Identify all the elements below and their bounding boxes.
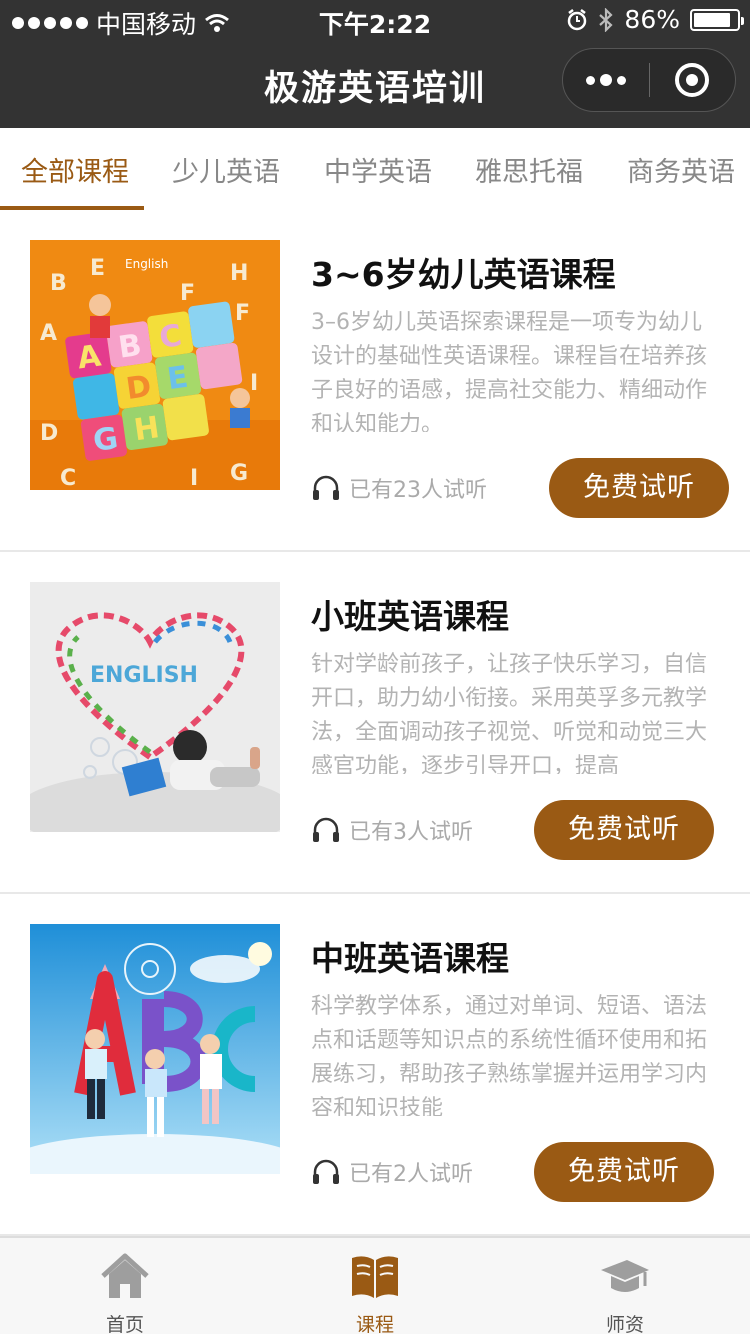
more-dot-icon bbox=[586, 75, 595, 85]
free-trial-button[interactable]: 免费试听 bbox=[534, 800, 714, 860]
course-thumbnail[interactable]: ENGLISH bbox=[30, 582, 280, 832]
trial-count-label: 已有2人试听 bbox=[349, 1162, 473, 1187]
headphones-icon bbox=[313, 1159, 339, 1184]
home-icon bbox=[101, 1253, 149, 1298]
tabbar-item-teachers[interactable]: 师资 bbox=[500, 1238, 750, 1334]
svg-text:D: D bbox=[124, 369, 154, 407]
svg-text:D: D bbox=[40, 421, 58, 446]
tab-all-courses[interactable]: 全部课程 bbox=[21, 150, 129, 189]
more-button[interactable] bbox=[563, 49, 649, 111]
course-card[interactable]: 中班英语课程 科学教学体系，通过对单词、短语、语法点和话题等知识点的系统性循环使… bbox=[0, 894, 750, 1236]
alphabet-puzzle-image: A B C D E G H English BE H FFA IDI GC bbox=[30, 240, 280, 490]
svg-text:G: G bbox=[91, 421, 120, 459]
tabbar-label: 师资 bbox=[605, 1314, 644, 1334]
alarm-icon bbox=[568, 8, 587, 30]
course-thumbnail[interactable]: A B C D E G H English BEH FFA IDI GC bbox=[30, 240, 280, 490]
svg-text:I: I bbox=[190, 466, 198, 490]
bluetooth-icon bbox=[599, 7, 614, 32]
tabbar-item-courses[interactable]: 课程 bbox=[250, 1238, 500, 1334]
tab-kids-english[interactable]: 少儿英语 bbox=[172, 150, 280, 189]
more-dot-icon bbox=[600, 74, 612, 86]
course-card[interactable]: ENGLISH 小班英语课程 针对学龄前孩子，让孩子快乐学习，自信开口，助力幼小… bbox=[0, 552, 750, 894]
headphones-icon bbox=[313, 817, 339, 842]
svg-text:C: C bbox=[60, 466, 76, 490]
graduation-cap-icon bbox=[601, 1260, 649, 1292]
svg-text:G: G bbox=[230, 461, 248, 486]
bottom-tab-bar: 首页 课程 师资 bbox=[0, 1236, 750, 1334]
free-trial-button[interactable]: 免费试听 bbox=[549, 458, 729, 518]
course-description: 3–6岁幼儿英语探索课程是一项专为幼儿设计的基础性英语课程。课程旨在培养孩子良好… bbox=[311, 310, 708, 432]
svg-text:B: B bbox=[50, 271, 67, 296]
tabbar-label: 首页 bbox=[105, 1314, 144, 1334]
trial-count: 已有3人试听 bbox=[311, 814, 473, 846]
course-title: 中班英语课程 bbox=[311, 939, 509, 978]
course-thumbnail[interactable] bbox=[30, 924, 280, 1174]
tabbar-item-home[interactable]: 首页 bbox=[0, 1238, 250, 1334]
course-title: 3~6岁幼儿英语课程 bbox=[311, 255, 616, 294]
svg-text:I: I bbox=[250, 371, 258, 396]
mini-program-capsule bbox=[562, 48, 736, 112]
svg-text:B: B bbox=[116, 328, 144, 366]
abc-kids-image bbox=[30, 924, 280, 1174]
course-card[interactable]: A B C D E G H English BEH FFA IDI GC 3~6… bbox=[0, 210, 750, 552]
trial-count: 已有2人试听 bbox=[311, 1156, 473, 1188]
close-target-icon[interactable] bbox=[675, 63, 709, 97]
status-right: 86% bbox=[566, 5, 744, 34]
battery-icon bbox=[690, 8, 744, 31]
svg-text:F: F bbox=[180, 281, 195, 306]
status-bar: 中国移动 下午2:22 86% bbox=[0, 0, 750, 40]
tabbar-label: 课程 bbox=[355, 1314, 394, 1334]
book-icon bbox=[352, 1256, 398, 1298]
battery-percent: 86% bbox=[624, 5, 680, 34]
category-tabs: 全部课程 少儿英语 中学英语 雅思托福 商务英语 bbox=[0, 128, 750, 210]
free-trial-button[interactable]: 免费试听 bbox=[534, 1142, 714, 1202]
svg-text:F: F bbox=[235, 301, 250, 326]
trial-count: 已有23人试听 bbox=[311, 472, 487, 504]
tab-ielts-toefl[interactable]: 雅思托福 bbox=[475, 150, 583, 189]
svg-text:English: English bbox=[125, 257, 168, 271]
navigation-bar: 极游英语培训 bbox=[0, 40, 750, 128]
english-heart-image: ENGLISH bbox=[30, 582, 280, 832]
headphones-icon bbox=[313, 475, 339, 500]
svg-text:ENGLISH: ENGLISH bbox=[90, 663, 198, 688]
course-description: 科学教学体系，通过对单词、短语、语法点和话题等知识点的系统性循环使用和拓展练习，… bbox=[311, 994, 708, 1116]
more-dot-icon bbox=[617, 75, 626, 85]
trial-count-label: 已有3人试听 bbox=[349, 820, 473, 845]
svg-text:H: H bbox=[132, 410, 162, 448]
svg-text:A: A bbox=[40, 321, 57, 346]
svg-text:E: E bbox=[90, 256, 105, 281]
capsule-divider bbox=[649, 63, 650, 97]
svg-text:H: H bbox=[230, 261, 248, 286]
tab-business-english[interactable]: 商务英语 bbox=[627, 150, 735, 189]
trial-count-label: 已有23人试听 bbox=[349, 478, 487, 503]
course-description: 针对学龄前孩子，让孩子快乐学习，自信开口，助力幼小衔接。采用英孚多元教学法，全面… bbox=[311, 652, 708, 774]
tab-middle-school-english[interactable]: 中学英语 bbox=[324, 150, 432, 189]
course-title: 小班英语课程 bbox=[311, 597, 509, 636]
